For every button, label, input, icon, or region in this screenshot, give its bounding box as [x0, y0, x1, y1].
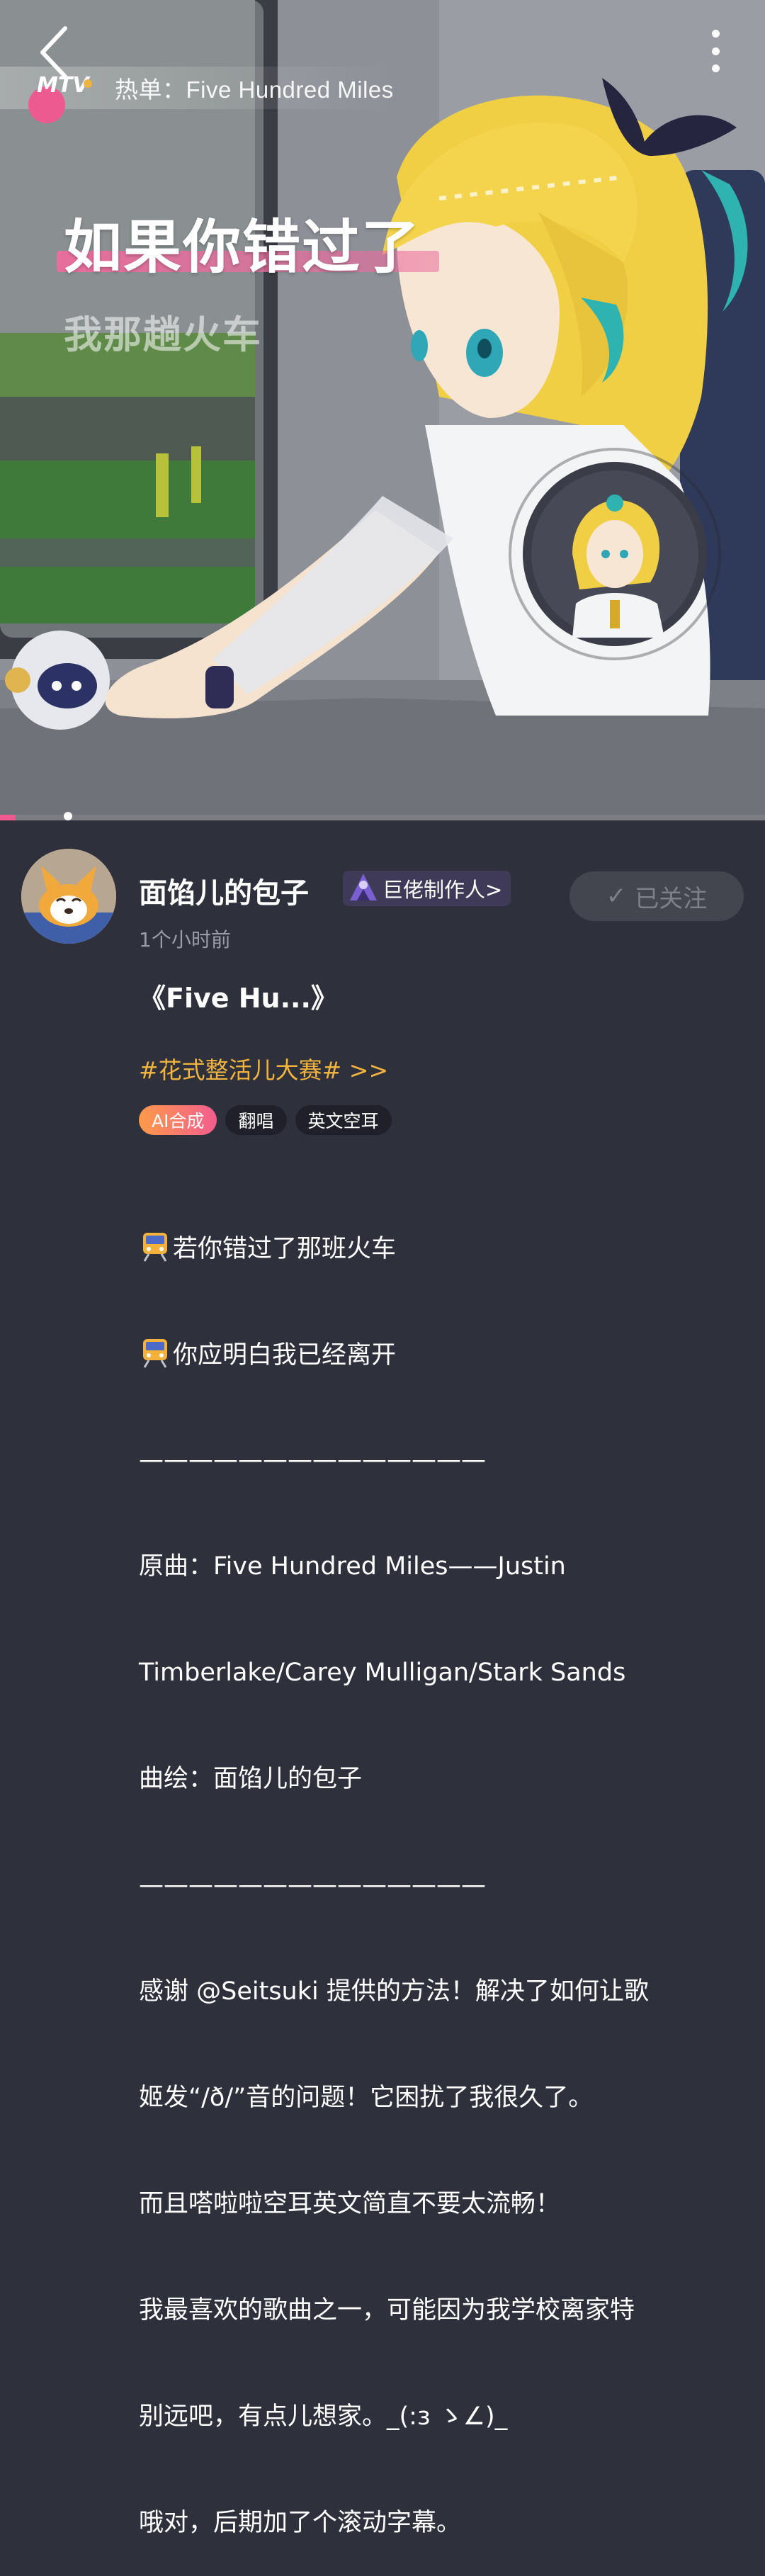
follow-button[interactable]: ✓ 已关注 [570, 871, 744, 921]
tag-ai[interactable]: AI合成 [139, 1105, 217, 1135]
desc-text: 哦对，后期加了个滚动字幕。 [139, 2509, 462, 2537]
desc-text: 而且嗒啦啦空耳英文简直不要太流畅！ [139, 2190, 561, 2218]
follow-label: 已关注 [635, 884, 708, 913]
back-button[interactable] [34, 24, 79, 81]
desc-line: 若你错过了那班火车 [139, 1230, 748, 1265]
chevron-left-icon [40, 26, 67, 79]
desc-text: 原曲：Five Hundred Miles——Justin [139, 1552, 566, 1581]
more-options-button[interactable] [701, 26, 730, 77]
desc-text: 你应明白我已经离开 [173, 1341, 397, 1369]
desc-text: 别远吧，有点儿想家。_(:з ゝ∠)_ [139, 2402, 508, 2431]
tag-cover[interactable]: 翻唱 [225, 1105, 287, 1135]
producer-badge-icon [350, 874, 377, 900]
train-icon [143, 1233, 167, 1262]
playlist-label[interactable]: 热单：Five Hundred Miles [115, 71, 394, 105]
desc-divider: —————————————— [139, 1871, 486, 1899]
page-indicator-dot [64, 812, 72, 820]
desc-divider: —————————————— [139, 1446, 486, 1474]
post-time: 1个小时前 [139, 928, 231, 951]
badge-label: 巨佬制作人> [382, 878, 503, 902]
post-description: 若你错过了那班火车 你应明白我已经离开 —————————————— 原曲：Fi… [139, 1159, 748, 2576]
desc-text: Timberlake/Carey Mulligan/Stark Sands [139, 1659, 626, 1687]
hero-artwork[interactable]: MTV 热单：Five Hundred Miles 如果你错过了 我那趟火车 [0, 0, 765, 820]
corgi-avatar-icon [21, 849, 116, 944]
more-dot-icon [711, 64, 720, 72]
author-avatar[interactable] [21, 849, 116, 944]
desc-text: 姬发“/ð/”音的问题！它困扰了我很久了。 [139, 2084, 594, 2112]
desc-text: 我最喜欢的歌曲之一，可能因为我学校离家特 [139, 2296, 635, 2324]
more-dot-icon [711, 47, 720, 55]
tag-list: AI合成 翻唱 英文空耳 [139, 1105, 392, 1135]
progress-fill [0, 815, 16, 820]
tag-soramimi[interactable]: 英文空耳 [295, 1105, 392, 1135]
current-lyric: 如果你错过了 [64, 214, 421, 281]
train-icon [143, 1339, 167, 1368]
desc-line: 你应明白我已经离开 [139, 1336, 748, 1372]
topic-link[interactable]: #花式整活儿大赛# >> [139, 1051, 388, 1085]
desc-text: 若你错过了那班火车 [173, 1235, 397, 1263]
author-name[interactable]: 面馅儿的包子 [139, 870, 309, 911]
progress-track[interactable] [0, 815, 765, 820]
next-lyric: 我那趟火车 [64, 312, 262, 357]
desc-text: 感谢 @Seitsuki 提供的方法！解决了如何让歌 [139, 1977, 649, 2006]
producer-badge[interactable]: 巨佬制作人> [343, 871, 511, 906]
post-title: 《Five Hu...》 [139, 983, 338, 1014]
cover-illustration [0, 0, 765, 820]
desc-text: 曲绘：面馅儿的包子 [139, 1765, 363, 1793]
check-icon: ✓ [606, 882, 627, 910]
more-dot-icon [711, 30, 720, 38]
singer-avatar-disc[interactable] [509, 448, 721, 660]
